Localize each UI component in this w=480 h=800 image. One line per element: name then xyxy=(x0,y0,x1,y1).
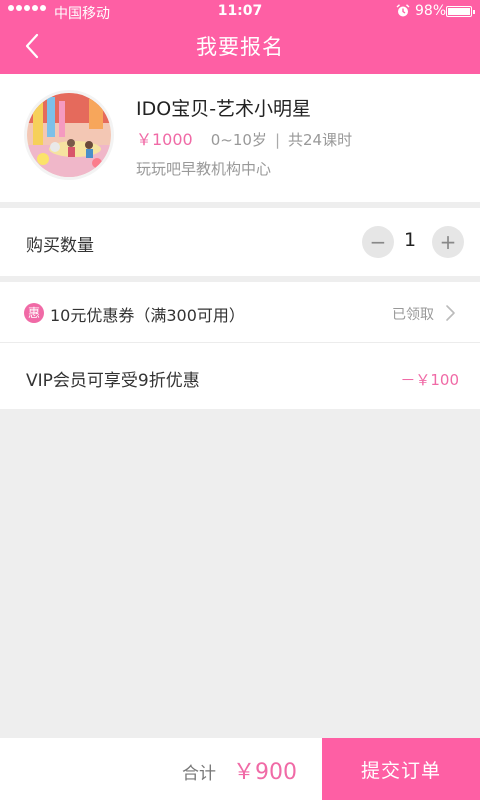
screen: 中国移动 11:07 98% 我要报名 IDO宝贝-艺术小明星 ￥1000 0~… xyxy=(0,0,480,800)
page-title: 我要报名 xyxy=(196,35,284,59)
course-organization: 玩玩吧早教机构中心 xyxy=(136,160,272,178)
quantity-value: 1 xyxy=(403,229,417,251)
quantity-minus-button[interactable]: − xyxy=(362,226,394,258)
alarm-icon xyxy=(396,4,410,17)
course-card[interactable]: IDO宝贝-艺术小明星 ￥1000 0~10岁 | 共24课时 玩玩吧早教机构中… xyxy=(0,74,480,202)
course-age-range: 0~10岁 xyxy=(210,131,267,149)
coupon-text: 10元优惠券（满300可用） xyxy=(50,306,245,325)
course-photo xyxy=(27,93,111,177)
vip-discount-row: VIP会员可享受9折优惠 －￥100 xyxy=(0,343,480,409)
coupon-row[interactable]: 惠 10元优惠券（满300可用） 已领取 xyxy=(0,282,480,343)
coupon-status: 已领取 xyxy=(392,307,434,323)
vip-discount-amount: －￥100 xyxy=(400,371,459,389)
chevron-right-icon xyxy=(446,305,455,321)
course-price: ￥1000 xyxy=(136,130,193,149)
battery-percent: 98% xyxy=(415,3,447,19)
course-meta: ￥1000 0~10岁 | 共24课时 xyxy=(136,126,352,150)
course-thumbnail xyxy=(24,90,114,180)
course-name: IDO宝贝-艺术小明星 xyxy=(136,98,312,120)
meta-separator: | xyxy=(274,131,280,149)
vip-text: VIP会员可享受9折优惠 xyxy=(26,371,200,391)
header: 中国移动 11:07 98% 我要报名 xyxy=(0,0,480,74)
submit-order-button[interactable]: 提交订单 xyxy=(322,738,480,800)
quantity-plus-button[interactable]: + xyxy=(432,226,464,258)
quantity-label: 购买数量 xyxy=(26,236,94,256)
coupon-badge-icon: 惠 xyxy=(24,303,44,323)
course-lessons: 共24课时 xyxy=(288,131,353,149)
battery-icon xyxy=(446,6,475,17)
status-bar: 中国移动 11:07 98% xyxy=(0,0,480,24)
quantity-row: 购买数量 − 1 + xyxy=(0,208,480,276)
total-amount: ￥900 xyxy=(233,760,297,785)
total-label: 合计 xyxy=(182,764,216,784)
bottom-bar: 合计 ￥900 提交订单 xyxy=(0,738,480,800)
